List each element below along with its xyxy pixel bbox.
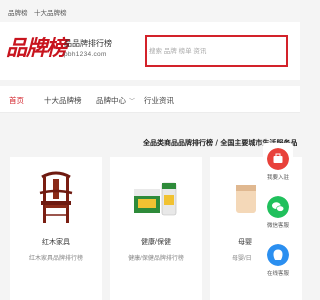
chat-icon [267,244,289,266]
category-card-health[interactable]: 健康/保健 健康/保健品牌排行榜 [110,157,202,300]
site-url: pbh1234.com [64,51,107,58]
category-name: 健康/保健 [141,239,171,246]
wechat-icon [267,196,289,218]
category-desc: 红木家具品牌排行榜 [28,256,83,262]
register-icon [267,148,289,170]
site-header: 品牌榜 品品牌排行榜 pbh1234.com [0,22,300,80]
main-nav: 首页 十大品牌榜 品牌中心 ﹀ 行业资讯 [0,86,300,113]
nav-item-industry-news[interactable]: 行业资讯 [144,95,174,106]
nav-label: 行业资讯 [144,96,174,105]
float-label: 在线客服 [266,271,289,277]
site-logo[interactable]: 品牌榜 [6,32,67,62]
float-label: 微信客服 [266,223,289,229]
category-name: 红木家具 [42,239,70,246]
top-link-top10[interactable]: 十大品牌榜 [34,7,67,17]
nav-item-brand-center[interactable]: 品牌中心 ﹀ [96,95,135,106]
maternal-product-image [236,185,256,213]
floating-service-bar: 我要入驻 微信客服 在线客服 [263,143,293,293]
search-box [145,35,288,67]
nav-item-home[interactable]: 首页 [9,95,24,106]
join-button[interactable]: 我要入驻 [263,148,293,181]
category-desc: 健康/保健品牌排行榜 [128,256,184,262]
search-input[interactable] [149,46,283,56]
chevron-down-icon: ﹀ [129,99,136,105]
online-service-button[interactable]: 在线客服 [263,244,293,277]
wechat-service-button[interactable]: 微信客服 [263,196,293,229]
supplement-box-image [134,182,177,216]
armchair-image [39,171,73,223]
nav-item-top10[interactable]: 十大品牌榜 [44,95,82,106]
nav-label: 十大品牌榜 [44,96,82,105]
top-bar: 品牌榜 十大品牌榜 [0,0,300,23]
category-card-mahogany[interactable]: 红木家具 红木家具品牌排行榜 [10,157,102,300]
nav-label: 品牌中心 [96,96,126,105]
nav-label: 首页 [9,96,24,105]
site-tagline: 品品牌排行榜 [64,39,112,48]
float-label: 我要入驻 [266,175,289,181]
top-link-home[interactable]: 品牌榜 [8,7,28,17]
